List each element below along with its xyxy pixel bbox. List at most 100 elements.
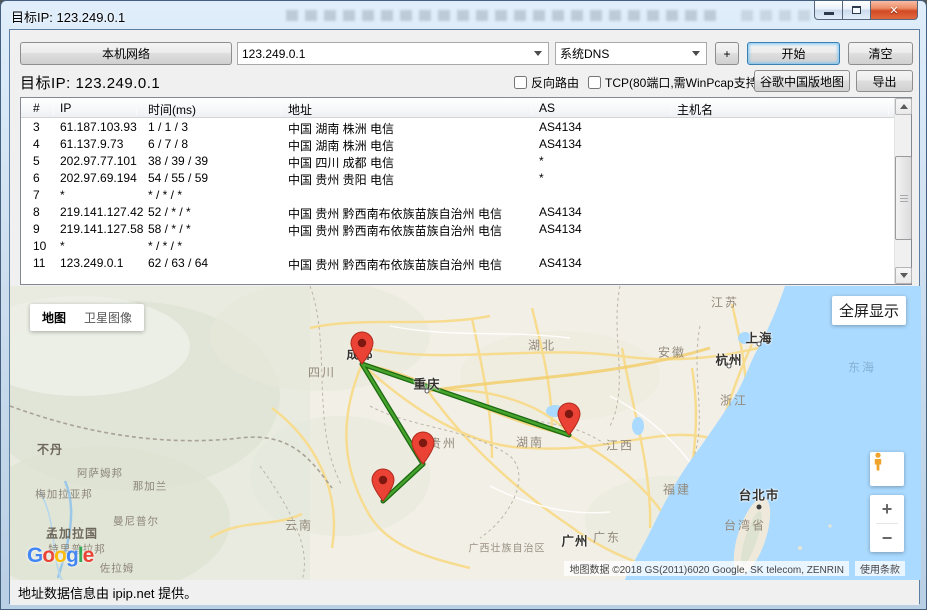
- maximize-button[interactable]: [843, 1, 871, 20]
- cell-time: 54 / 55 / 59: [148, 171, 208, 185]
- marker-hunan[interactable]: [557, 402, 581, 436]
- table-row[interactable]: 7** / * / *: [21, 187, 894, 204]
- column-separator[interactable]: [888, 101, 889, 115]
- terms-link[interactable]: 使用条款: [855, 561, 905, 576]
- column-separator[interactable]: [531, 101, 532, 115]
- cell-as: *: [539, 171, 544, 185]
- reverse-route-label: 反向路由: [531, 74, 579, 91]
- cell-time: 38 / 39 / 39: [148, 154, 208, 168]
- tcp-checkbox[interactable]: TCP(80端口,需WinPcap支持): [588, 74, 762, 91]
- fullscreen-button[interactable]: 全屏显示: [832, 296, 906, 325]
- column-separator[interactable]: [281, 101, 282, 115]
- trace-table: # IP 时间(ms) 地址 AS 主机名 3 61.187.103.93 1 / 1 / 3…: [20, 97, 912, 285]
- pegman-button[interactable]: [870, 452, 904, 486]
- add-dns-button[interactable]: +: [715, 42, 739, 65]
- cell-ip: *: [60, 239, 65, 253]
- attribution-text: 地图数据 ©2018 GS(2011)6020 Google, SK telec…: [569, 561, 844, 576]
- chevron-down-icon[interactable]: [692, 51, 700, 56]
- table-row[interactable]: 10** / * / *: [21, 238, 894, 255]
- target-ip-combobox[interactable]: [237, 42, 549, 65]
- arrow-down-icon: [900, 273, 908, 278]
- zoom-in-button[interactable]: +: [870, 495, 904, 523]
- column-separator[interactable]: [53, 101, 54, 115]
- table-row[interactable]: 9219.141.127.5858 / * / *中国 贵州 黔西南布依族苗族自…: [21, 221, 894, 238]
- table-row[interactable]: 461.137.9.736 / 7 / 8中国 湖南 株洲 电信AS4134: [21, 136, 894, 153]
- table-row[interactable]: 361.187.103.931 / 1 / 3中国 湖南 株洲 电信AS4134: [21, 119, 894, 136]
- cell-num: 3: [33, 120, 40, 134]
- title-bar[interactable]: 目标IP: 123.249.0.1 ✕: [1, 1, 926, 29]
- cell-ip: 61.137.9.73: [60, 137, 123, 151]
- google-logo-letter: o: [54, 544, 66, 567]
- status-bar: 地址数据信息由 ipip.net 提供。: [10, 580, 919, 605]
- tcp-checkbox-input[interactable]: [588, 76, 601, 89]
- client-area: 本机网络 系统DNS + 开始 清空 目标IP: 123.249.0.1 反向路…: [9, 29, 920, 604]
- map-pin-icon: [411, 431, 435, 465]
- cell-address: 中国 四川 成都 电信: [288, 154, 394, 171]
- cell-time: 1 / 1 / 3: [148, 120, 188, 134]
- city-dot-icon: [757, 342, 762, 347]
- marker-chengdu[interactable]: [350, 331, 374, 365]
- scrollbar-thumb[interactable]: [895, 156, 912, 240]
- table-row[interactable]: 5202.97.77.10138 / 39 / 39中国 四川 成都 电信*: [21, 153, 894, 170]
- scroll-down-button[interactable]: [895, 267, 912, 284]
- google-logo-letter: g: [66, 544, 78, 567]
- pegman-icon: [870, 452, 886, 472]
- scroll-up-button[interactable]: [895, 98, 912, 115]
- chevron-down-icon[interactable]: [534, 51, 542, 56]
- cell-ip: 219.141.127.58: [60, 222, 143, 236]
- export-button[interactable]: 导出: [856, 70, 913, 92]
- cell-ip: 219.141.127.42: [60, 205, 143, 219]
- cell-num: 11: [33, 256, 45, 270]
- start-button[interactable]: 开始: [747, 42, 840, 65]
- target-ip-input[interactable]: [238, 43, 532, 64]
- cell-as: *: [539, 154, 544, 168]
- cell-as: AS4134: [539, 256, 582, 270]
- cell-time: * / * / *: [148, 239, 182, 253]
- cell-time: 62 / 63 / 64: [148, 256, 208, 270]
- map-pin-icon: [371, 468, 395, 502]
- reverse-route-checkbox[interactable]: 反向路由: [514, 74, 579, 91]
- vertical-scrollbar[interactable]: [894, 98, 911, 284]
- local-network-button[interactable]: 本机网络: [20, 42, 232, 65]
- table-row[interactable]: 8219.141.127.4252 / * / *中国 贵州 黔西南布依族苗族自…: [21, 204, 894, 221]
- cell-ip: 61.187.103.93: [60, 120, 137, 134]
- column-header-as[interactable]: AS: [539, 101, 555, 115]
- cell-as: AS4134: [539, 205, 582, 219]
- google-cn-map-button[interactable]: 谷歌中国版地图: [754, 70, 850, 92]
- cell-ip: *: [60, 188, 65, 202]
- table-row[interactable]: 6202.97.69.19454 / 55 / 59中国 贵州 贵阳 电信*: [21, 170, 894, 187]
- table-body: 361.187.103.931 / 1 / 3中国 湖南 株洲 电信AS4134…: [21, 119, 894, 284]
- cell-address: 中国 贵州 黔西南布依族苗族自治州 电信: [288, 256, 502, 273]
- marker-guiyang[interactable]: [411, 431, 435, 465]
- map-type-satellite-button[interactable]: 卫星图像: [84, 309, 132, 326]
- column-header-ip[interactable]: IP: [60, 101, 71, 115]
- clear-button[interactable]: 清空: [848, 42, 913, 65]
- cell-num: 8: [33, 205, 40, 219]
- google-logo-letter: o: [42, 544, 54, 567]
- map-attribution: 地图数据 ©2018 GS(2011)6020 Google, SK telec…: [564, 561, 849, 576]
- map-canvas[interactable]: 四川湖北湖南贵州江西安徽江苏浙江福建广东云南台湾省广西壮族自治区东海成都重庆上海…: [10, 286, 921, 580]
- column-separator[interactable]: [670, 101, 671, 115]
- close-button[interactable]: ✕: [871, 1, 918, 20]
- maximize-icon: [852, 6, 861, 14]
- zoom-out-button[interactable]: −: [870, 524, 904, 552]
- reverse-route-checkbox-input[interactable]: [514, 76, 527, 89]
- marker-qianxinan[interactable]: [371, 468, 395, 502]
- tcp-checkbox-label: TCP(80端口,需WinPcap支持): [605, 74, 762, 91]
- column-separator[interactable]: [136, 101, 137, 115]
- cell-address: 中国 贵州 黔西南布依族苗族自治州 电信: [288, 205, 502, 222]
- minimize-button[interactable]: [814, 1, 843, 20]
- table-row[interactable]: 11123.249.0.162 / 63 / 64中国 贵州 黔西南布依族苗族自…: [21, 255, 894, 272]
- fullscreen-button-label: 全屏显示: [839, 300, 899, 321]
- column-header-num[interactable]: #: [33, 101, 40, 115]
- table-header[interactable]: # IP 时间(ms) 地址 AS 主机名: [21, 98, 911, 118]
- google-logo[interactable]: Google: [27, 544, 93, 568]
- aero-glass-ghost-text: [286, 10, 716, 21]
- window-title: 目标IP: 123.249.0.1: [11, 7, 125, 26]
- column-header-address[interactable]: 地址: [288, 101, 312, 118]
- column-header-hostname[interactable]: 主机名: [677, 101, 713, 118]
- dns-combobox[interactable]: 系统DNS: [555, 42, 707, 65]
- cell-as: AS4134: [539, 222, 582, 236]
- column-header-time[interactable]: 时间(ms): [148, 101, 196, 118]
- map-type-map-button[interactable]: 地图: [42, 309, 66, 326]
